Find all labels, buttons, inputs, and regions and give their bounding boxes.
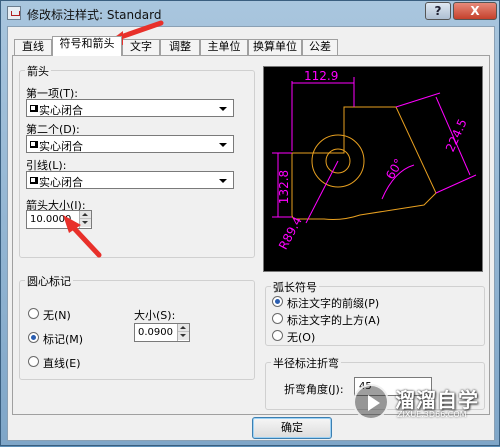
dim-text-left: 132.8 — [277, 170, 291, 204]
app-icon — [7, 6, 21, 20]
site-watermark: 溜溜自学 ZIXUE.3D66.COM — [353, 380, 499, 430]
leader-arrow-value: 实心闭合 — [39, 176, 83, 189]
leader-arrow-combo[interactable]: 实心闭合 — [26, 171, 234, 189]
arrow-size-value: 10.0000 — [30, 214, 72, 225]
tab-text[interactable]: 文字 — [122, 39, 160, 55]
arrow-size-spinner[interactable]: 10.0000 — [26, 210, 92, 229]
preview-panel: 112.9 132.8 224.5 60° R89.4 — [263, 66, 483, 272]
chevron-down-icon[interactable] — [219, 143, 227, 147]
preview-dimension-texts: 112.9 132.8 224.5 60° R89.4 — [276, 69, 470, 252]
radio-icon[interactable] — [28, 308, 39, 319]
tab-fit[interactable]: 调整 — [160, 39, 200, 55]
arc-length-group-label: 弧长符号 — [271, 279, 319, 295]
arc-above-label: 标注文字的上方(A) — [287, 314, 381, 327]
jog-angle-label: 折弯角度(J): — [284, 383, 344, 396]
center-marks-group: 圆心标记 无(N) 标记(M) 直线(E) 大小(S): 0.0900 — [19, 273, 255, 380]
close-button[interactable]: X — [453, 2, 497, 20]
radius-jog-group-label: 半径标注折弯 — [271, 355, 341, 371]
chevron-down-icon[interactable] — [219, 107, 227, 111]
radio-selected-icon[interactable] — [272, 296, 283, 307]
spin-up-icon[interactable] — [80, 211, 91, 219]
watermark-title: 溜溜自学 — [395, 388, 479, 412]
chevron-down-icon[interactable] — [219, 179, 227, 183]
arrow-swatch-icon — [30, 141, 38, 148]
arrowheads-group: 箭头 第一项(T): 实心闭合 第二个(D): 实心闭合 引线(L): 实心闭合 — [19, 63, 255, 258]
first-arrow-value: 实心闭合 — [39, 104, 83, 117]
center-none-label: 无(N) — [43, 309, 71, 322]
center-line-label: 直线(E) — [43, 357, 81, 370]
spin-down-icon[interactable] — [178, 332, 189, 340]
tab-lines[interactable]: 直线 — [14, 39, 52, 55]
center-size-label: 大小(S): — [134, 309, 176, 322]
first-arrow-combo[interactable]: 实心闭合 — [26, 99, 234, 117]
dim-text-radius: R89.4 — [276, 214, 305, 252]
help-button[interactable]: ? — [425, 2, 451, 20]
arc-none-label: 无(O) — [287, 331, 316, 344]
preview-object — [291, 106, 437, 220]
arc-length-group: 弧长符号 标注文字的前缀(P) 标注文字的上方(A) 无(O) — [265, 279, 485, 346]
tab-panel: 箭头 第一项(T): 实心闭合 第二个(D): 实心闭合 引线(L): 实心闭合 — [12, 55, 490, 415]
arrow-swatch-icon — [30, 105, 38, 112]
arrow-swatch-icon — [30, 177, 38, 184]
radio-icon[interactable] — [272, 313, 283, 324]
second-arrow-combo[interactable]: 实心闭合 — [26, 135, 234, 153]
arc-preceding-label: 标注文字的前缀(P) — [287, 297, 380, 310]
tab-symbols-arrows[interactable]: 符号和箭头 — [52, 36, 122, 56]
dim-text-angle: 60° — [383, 156, 406, 181]
arrowheads-group-label: 箭头 — [25, 63, 51, 79]
radio-icon[interactable] — [272, 330, 283, 341]
spin-down-icon[interactable] — [80, 219, 91, 227]
watermark-url: ZIXUE.3D66.COM — [397, 410, 467, 419]
tab-tolerances[interactable]: 公差 — [302, 39, 338, 55]
spin-up-icon[interactable] — [178, 324, 189, 332]
ok-button[interactable]: 确定 — [252, 417, 332, 439]
dim-text-top: 112.9 — [304, 69, 338, 83]
second-arrow-value: 实心闭合 — [39, 140, 83, 153]
center-size-value: 0.0900 — [138, 327, 173, 338]
spinner-buttons — [79, 211, 91, 228]
radio-icon[interactable] — [28, 356, 39, 367]
dimension-style-dialog: 修改标注样式: Standard ? X 直线 符号和箭头 文字 调整 主单位 … — [0, 0, 500, 446]
title-bar: 修改标注样式: Standard ? X — [1, 1, 500, 25]
dialog-client: 直线 符号和箭头 文字 调整 主单位 换算单位 公差 箭头 第一项(T): 实心… — [7, 26, 495, 441]
center-mark-label: 标记(M) — [43, 333, 84, 346]
window-title: 修改标注样式: Standard — [27, 8, 162, 22]
radio-selected-icon[interactable] — [28, 332, 39, 343]
center-size-spinner[interactable]: 0.0900 — [134, 323, 190, 342]
preview-drawing: 112.9 132.8 224.5 60° R89.4 — [272, 69, 477, 252]
tab-alternate-units[interactable]: 换算单位 — [248, 39, 302, 55]
tab-primary-units[interactable]: 主单位 — [200, 39, 248, 55]
center-marks-group-label: 圆心标记 — [25, 273, 73, 289]
play-logo-icon — [353, 384, 389, 420]
spinner-buttons — [177, 324, 189, 341]
